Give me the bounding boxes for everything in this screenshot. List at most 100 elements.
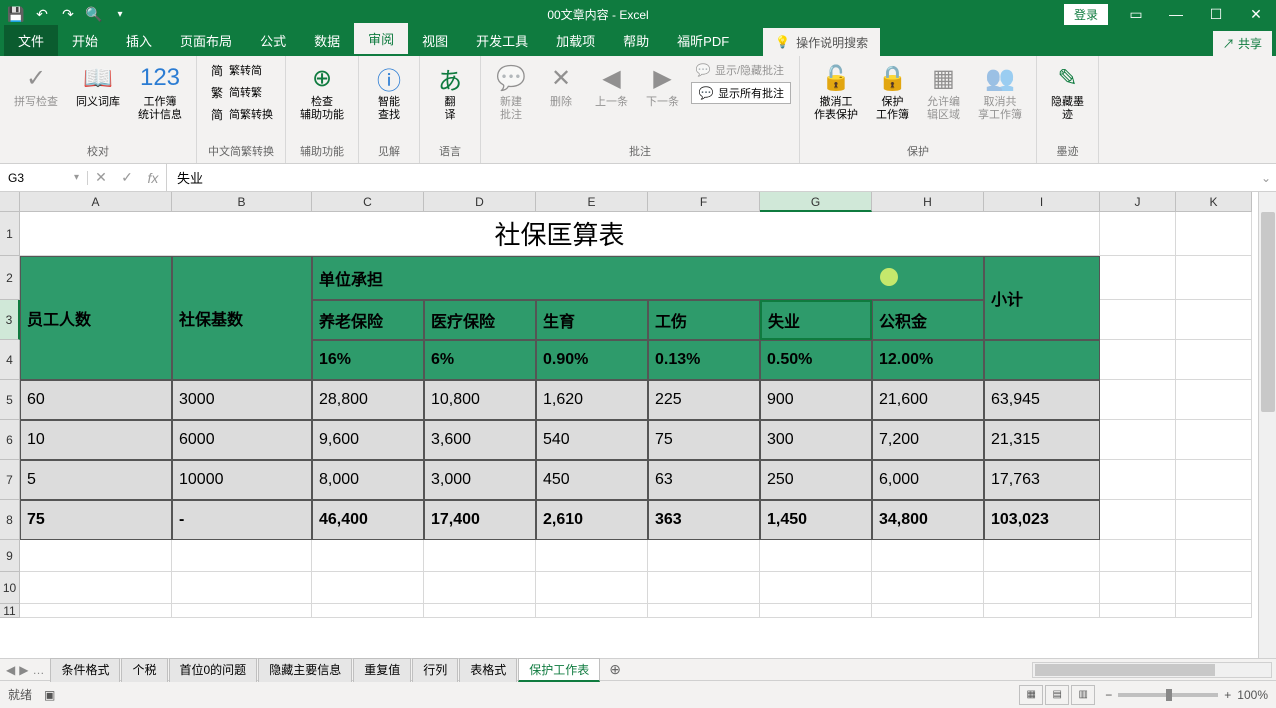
rate-r_fund[interactable]: 12.00% <box>872 340 984 380</box>
formula-input[interactable]: 失业 <box>167 168 1256 187</box>
trad-to-simp-button[interactable]: 繁简转繁 <box>205 82 277 102</box>
cell-e[interactable]: 1,620 <box>536 380 648 420</box>
cell[interactable] <box>984 540 1100 572</box>
rate-r_pension[interactable]: 16% <box>312 340 424 380</box>
cell-base[interactable]: 10000 <box>172 460 312 500</box>
cell-d[interactable]: 3,000 <box>424 460 536 500</box>
cell-f[interactable]: 363 <box>648 500 760 540</box>
cell[interactable] <box>648 540 760 572</box>
cell[interactable] <box>1100 380 1176 420</box>
col-header-J[interactable]: J <box>1100 192 1176 212</box>
tab-layout[interactable]: 页面布局 <box>166 25 246 56</box>
cell[interactable] <box>20 540 172 572</box>
tab-file[interactable]: 文件 <box>4 25 58 56</box>
tab-help[interactable]: 帮助 <box>609 25 663 56</box>
cell[interactable] <box>172 540 312 572</box>
select-all-corner[interactable] <box>0 192 20 212</box>
header-h_pension[interactable]: 养老保险 <box>312 300 424 340</box>
tab-data[interactable]: 数据 <box>300 25 354 56</box>
cell[interactable] <box>1176 572 1252 604</box>
vertical-scrollbar[interactable] <box>1258 192 1276 658</box>
cell[interactable] <box>760 572 872 604</box>
sheet-tab[interactable]: 行列 <box>412 658 458 682</box>
cell[interactable] <box>1176 380 1252 420</box>
table-title[interactable]: 社保匡算表 <box>20 212 1100 256</box>
cell-h[interactable]: 21,600 <box>872 380 984 420</box>
cell[interactable] <box>1100 500 1176 540</box>
cell-g[interactable]: 900 <box>760 380 872 420</box>
ribbon-options-icon[interactable]: ▭ <box>1116 0 1156 28</box>
cell[interactable] <box>1100 460 1176 500</box>
sheet-tab[interactable]: 保护工作表 <box>518 658 600 682</box>
cell[interactable] <box>20 604 172 618</box>
cell[interactable] <box>172 604 312 618</box>
zoom-slider[interactable] <box>1118 693 1218 697</box>
share-button[interactable]: ↗ 共享 <box>1213 31 1272 56</box>
cell-base[interactable]: 3000 <box>172 380 312 420</box>
sheet-tab[interactable]: 条件格式 <box>50 658 120 682</box>
row-header-3[interactable]: 3 <box>0 300 20 340</box>
tab-view[interactable]: 视图 <box>408 25 462 56</box>
cell-e[interactable]: 540 <box>536 420 648 460</box>
cell-emp[interactable]: 10 <box>20 420 172 460</box>
cell-e[interactable]: 2,610 <box>536 500 648 540</box>
cell[interactable] <box>760 540 872 572</box>
cell[interactable] <box>312 604 424 618</box>
enter-formula-icon[interactable]: ✓ <box>114 164 140 192</box>
macro-record-icon[interactable]: ▣ <box>44 688 55 702</box>
cell[interactable] <box>536 604 648 618</box>
cell-g[interactable]: 250 <box>760 460 872 500</box>
row-header-4[interactable]: 4 <box>0 340 20 380</box>
cell[interactable] <box>1100 212 1176 256</box>
cell-h[interactable]: 34,800 <box>872 500 984 540</box>
tab-formulas[interactable]: 公式 <box>246 25 300 56</box>
col-header-K[interactable]: K <box>1176 192 1252 212</box>
accessibility-button[interactable]: ⊕检查 辅助功能 <box>294 60 350 124</box>
cell[interactable] <box>1100 300 1176 340</box>
unprotect-sheet-button[interactable]: 🔓撤消工 作表保护 <box>808 60 864 124</box>
view-normal-button[interactable]: ▦ <box>1019 685 1043 705</box>
maximize-icon[interactable]: ☐ <box>1196 0 1236 28</box>
cell-f[interactable]: 75 <box>648 420 760 460</box>
cell-f[interactable]: 63 <box>648 460 760 500</box>
cell[interactable] <box>312 572 424 604</box>
cell[interactable] <box>1176 340 1252 380</box>
tab-foxit[interactable]: 福昕PDF <box>663 25 743 56</box>
simp-to-trad-button[interactable]: 简繁转简 <box>205 60 277 80</box>
cell-i[interactable]: 17,763 <box>984 460 1100 500</box>
cell[interactable] <box>1100 572 1176 604</box>
row-header-7[interactable]: 7 <box>0 460 20 500</box>
header-h_unemp[interactable]: 失业 <box>760 300 872 340</box>
fx-icon[interactable]: fx <box>140 164 166 192</box>
sheet-nav-next-icon[interactable]: ▶ <box>19 663 28 677</box>
cell[interactable] <box>1176 420 1252 460</box>
cell[interactable] <box>424 604 536 618</box>
view-pagebreak-button[interactable]: ▥ <box>1071 685 1095 705</box>
header-h_med[interactable]: 医疗保险 <box>424 300 536 340</box>
col-header-G[interactable]: G <box>760 192 872 212</box>
cell[interactable] <box>760 604 872 618</box>
cell[interactable] <box>1176 604 1252 618</box>
header-h_fund[interactable]: 公积金 <box>872 300 984 340</box>
cell[interactable] <box>648 604 760 618</box>
col-header-A[interactable]: A <box>20 192 172 212</box>
cell[interactable] <box>312 540 424 572</box>
qat-more-icon[interactable]: ▾ <box>108 2 132 26</box>
col-header-F[interactable]: F <box>648 192 760 212</box>
sheet-tab[interactable]: 个税 <box>121 658 167 682</box>
cell[interactable] <box>984 572 1100 604</box>
cell[interactable] <box>1176 212 1252 256</box>
cancel-formula-icon[interactable]: ✕ <box>88 164 114 192</box>
thesaurus-button[interactable]: 📖同义词库 <box>70 60 126 111</box>
row-header-2[interactable]: 2 <box>0 256 20 300</box>
protect-workbook-button[interactable]: 🔒保护 工作簿 <box>870 60 915 124</box>
cell-i[interactable]: 103,023 <box>984 500 1100 540</box>
tab-home[interactable]: 开始 <box>58 25 112 56</box>
sheet-nav-more-icon[interactable]: … <box>32 663 44 677</box>
cell[interactable] <box>424 540 536 572</box>
view-pagelayout-button[interactable]: ▤ <box>1045 685 1069 705</box>
preview-icon[interactable]: 🔍 <box>82 2 106 26</box>
tell-me-input[interactable]: 操作说明搜索 <box>796 34 868 51</box>
show-all-comments-button[interactable]: 💬显示所有批注 <box>691 82 791 104</box>
cell[interactable] <box>1100 540 1176 572</box>
